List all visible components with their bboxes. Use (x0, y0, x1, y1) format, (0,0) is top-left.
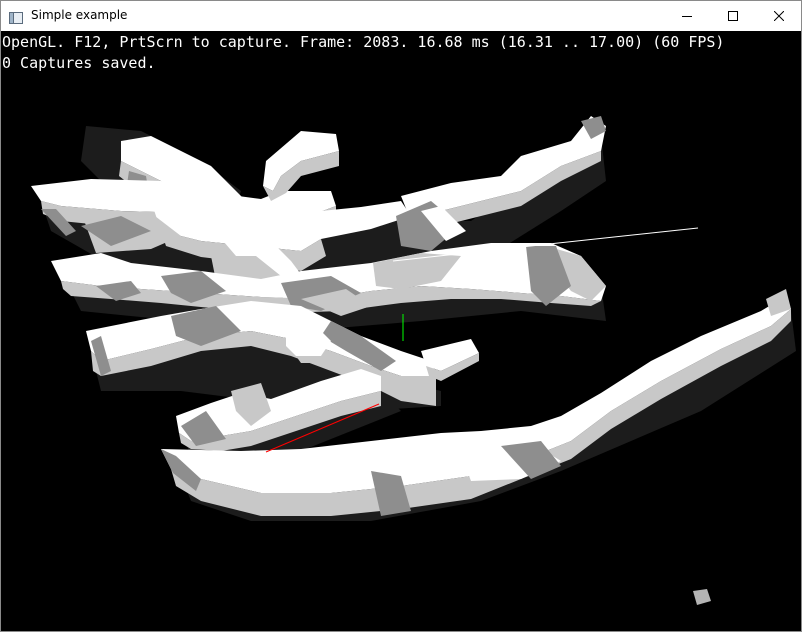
close-icon (774, 11, 784, 21)
window-title: Simple example (31, 8, 128, 22)
app-window: Simple example OpenGL. F12, PrtScrn to c… (0, 0, 802, 632)
floating-tile (693, 589, 711, 605)
axis-z (548, 227, 699, 245)
minimize-button[interactable] (664, 1, 710, 31)
close-button[interactable] (756, 1, 802, 31)
hud-captures: 0 Captures saved. (2, 54, 156, 72)
app-window-icon (9, 9, 23, 24)
maximize-button[interactable] (710, 1, 756, 31)
minimize-icon (682, 16, 692, 17)
hud-frame-stats: OpenGL. F12, PrtScrn to capture. Frame: … (2, 33, 725, 51)
3d-scene (31, 116, 796, 605)
maximize-icon (728, 11, 738, 21)
opengl-viewport[interactable]: OpenGL. F12, PrtScrn to capture. Frame: … (1, 31, 801, 631)
title-bar[interactable]: Simple example (1, 1, 801, 31)
